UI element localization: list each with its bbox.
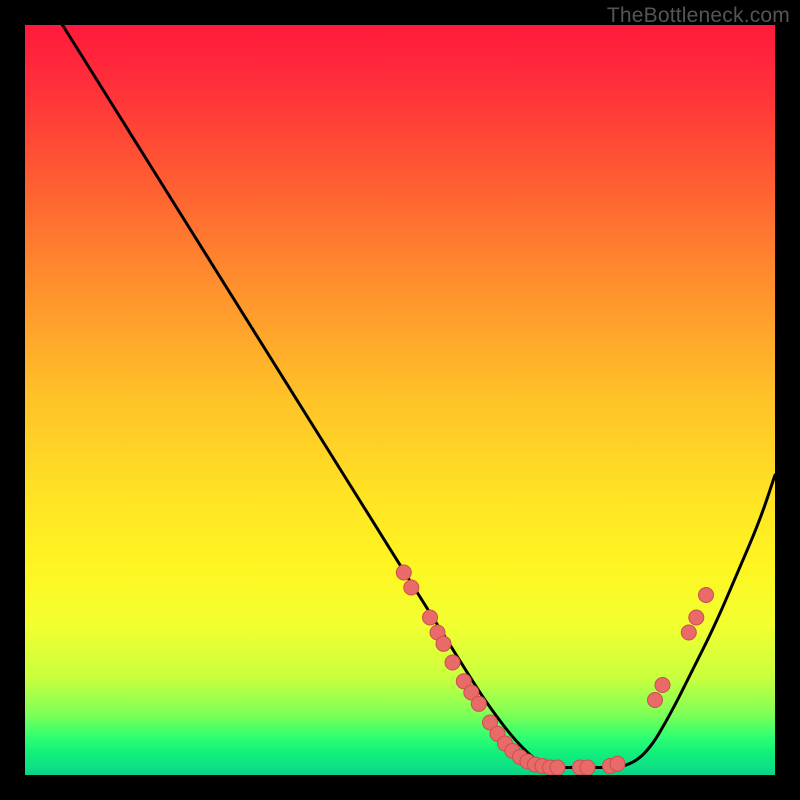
data-marker [610,756,625,771]
data-marker [436,636,451,651]
data-marker [396,565,411,580]
data-marker [655,678,670,693]
data-marker [699,588,714,603]
bottleneck-curve [63,25,776,768]
data-marker [689,610,704,625]
data-marker [404,580,419,595]
data-marker [445,655,460,670]
data-marker [648,693,663,708]
chart-svg [25,25,775,775]
data-marker [681,625,696,640]
data-marker [423,610,438,625]
data-marker [580,760,595,775]
chart-markers [396,565,713,775]
data-marker [550,760,565,775]
data-marker [471,696,486,711]
